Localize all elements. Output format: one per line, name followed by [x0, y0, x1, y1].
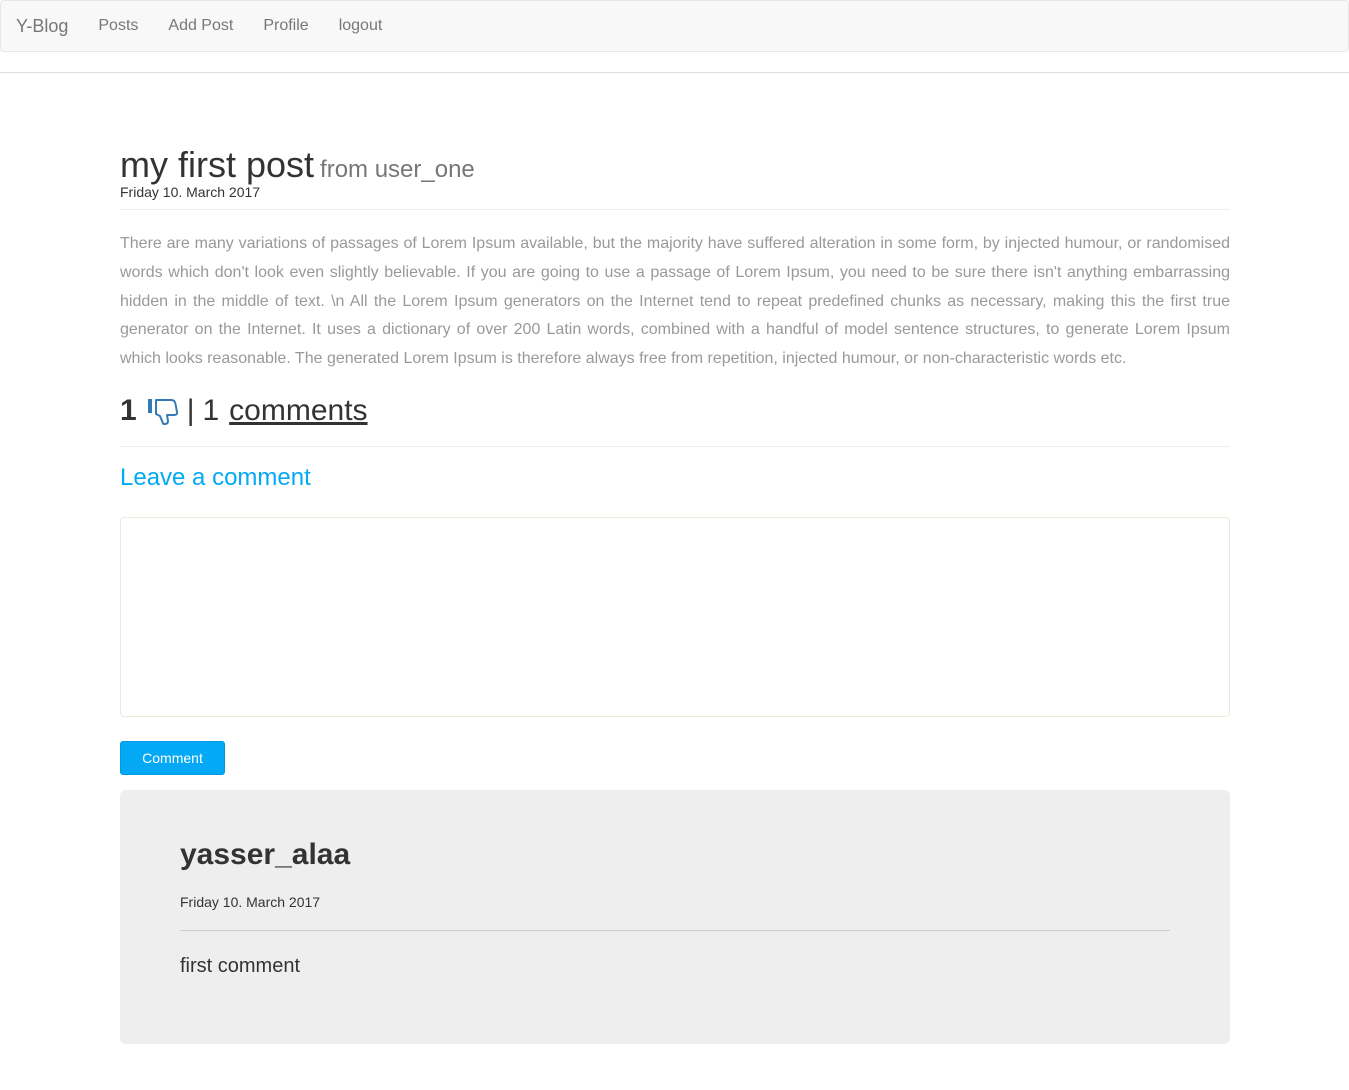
stats-divider	[120, 446, 1230, 447]
nav-link-logout[interactable]: logout	[339, 17, 383, 35]
comment-text: first comment	[180, 955, 301, 977]
post-title-text: my first post	[120, 144, 315, 185]
comment-textarea[interactable]	[120, 517, 1230, 717]
comment-date: Friday 10. March 2017	[180, 894, 321, 910]
comment-divider	[180, 930, 1170, 931]
post-title: my first post from user_one	[120, 143, 1230, 192]
nav-link-posts[interactable]: Posts	[98, 17, 138, 35]
leave-comment-heading: Leave a comment	[120, 464, 311, 491]
comment-submit-button[interactable]: Comment	[120, 741, 225, 775]
navbar: Y-Blog Posts Add Post Profile logout	[0, 0, 1349, 52]
comment-card: yasser_alaa Friday 10. March 2017 first …	[120, 790, 1230, 1044]
nav-link-profile[interactable]: Profile	[263, 17, 308, 35]
likes-count: 1	[120, 394, 137, 427]
post-date: Friday 10. March 2017	[120, 184, 261, 200]
comments-count: 1	[202, 394, 220, 427]
brand-link[interactable]: Y-Blog	[16, 16, 68, 37]
post-stats: 1 | 1 comments	[120, 391, 368, 431]
header-divider	[0, 72, 1349, 73]
nav-link-add-post[interactable]: Add Post	[168, 17, 233, 35]
post-header: my first post from user_one	[120, 143, 1230, 192]
comment-username: yasser_alaa	[180, 838, 351, 871]
thumbs-down-icon[interactable]	[147, 396, 179, 426]
stats-separator: |	[186, 394, 195, 427]
post-header-divider	[120, 209, 1230, 210]
post-body: There are many variations of passages of…	[120, 235, 1230, 368]
post-author: from user_one	[320, 156, 475, 183]
comments-link[interactable]: comments	[229, 394, 367, 428]
